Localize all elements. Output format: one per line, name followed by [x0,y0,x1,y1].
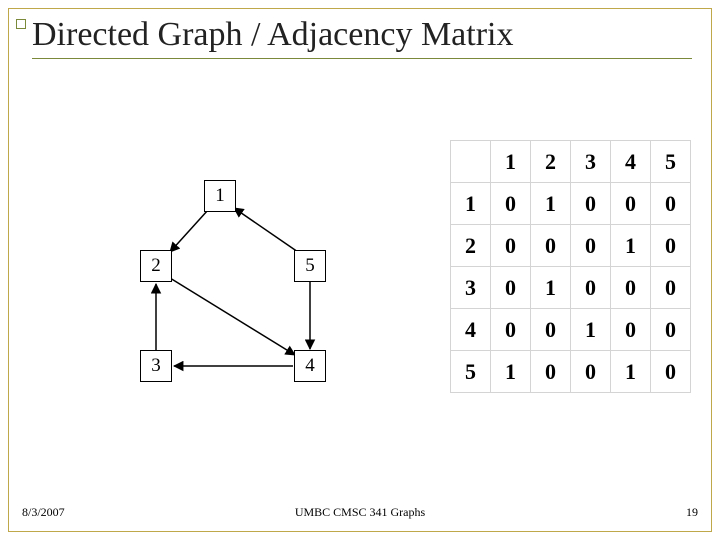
matrix-cell: 0 [611,183,651,225]
node-label: 1 [215,185,225,207]
matrix-header-row: 1 2 3 4 5 [451,141,691,183]
matrix-cell: 0 [491,267,531,309]
adjacency-matrix: 1 2 3 4 5 1 0 1 0 0 0 2 0 0 0 1 0 3 0 1 … [450,140,691,393]
graph-node-5: 5 [294,250,326,282]
matrix-row-header: 2 [451,225,491,267]
matrix-cell: 0 [651,183,691,225]
matrix-cell: 0 [651,309,691,351]
matrix-corner [451,141,491,183]
node-label: 2 [151,255,161,277]
node-label: 3 [151,355,161,377]
graph-node-4: 4 [294,350,326,382]
matrix-cell: 0 [531,225,571,267]
matrix-col-header: 4 [611,141,651,183]
matrix-cell: 0 [571,225,611,267]
matrix-row: 5 1 0 0 1 0 [451,351,691,393]
matrix-cell: 1 [571,309,611,351]
matrix-cell: 1 [531,183,571,225]
node-label: 4 [305,355,315,377]
directed-graph: 1 2 3 4 5 [120,160,390,420]
matrix-col-header: 2 [531,141,571,183]
footer-page-number: 19 [686,505,698,520]
matrix-cell: 0 [571,183,611,225]
matrix-row: 2 0 0 0 1 0 [451,225,691,267]
slide-title: Directed Graph / Adjacency Matrix [32,16,513,54]
matrix-cell: 0 [531,309,571,351]
matrix-row-header: 5 [451,351,491,393]
bullet-square-icon [16,19,26,29]
matrix-cell: 1 [491,351,531,393]
matrix-cell: 0 [491,309,531,351]
matrix-cell: 0 [491,183,531,225]
matrix-cell: 1 [611,351,651,393]
matrix-cell: 0 [611,267,651,309]
matrix-cell: 0 [571,267,611,309]
matrix-col-header: 3 [571,141,611,183]
matrix-cell: 0 [611,309,651,351]
graph-node-2: 2 [140,250,172,282]
matrix-row-header: 3 [451,267,491,309]
matrix-row: 3 0 1 0 0 0 [451,267,691,309]
matrix-cell: 0 [651,267,691,309]
node-label: 5 [305,255,315,277]
graph-node-3: 3 [140,350,172,382]
matrix-row: 4 0 0 1 0 0 [451,309,691,351]
title-underline [32,58,692,59]
matrix-cell: 0 [651,225,691,267]
matrix-cell: 0 [651,351,691,393]
matrix-row: 1 0 1 0 0 0 [451,183,691,225]
matrix-cell: 0 [491,225,531,267]
matrix-row-header: 1 [451,183,491,225]
matrix-cell: 0 [571,351,611,393]
matrix-cell: 1 [611,225,651,267]
matrix-col-header: 1 [491,141,531,183]
footer-center: UMBC CMSC 341 Graphs [0,505,720,520]
matrix-cell: 1 [531,267,571,309]
graph-node-1: 1 [204,180,236,212]
matrix-row-header: 4 [451,309,491,351]
matrix-cell: 0 [531,351,571,393]
matrix-col-header: 5 [651,141,691,183]
